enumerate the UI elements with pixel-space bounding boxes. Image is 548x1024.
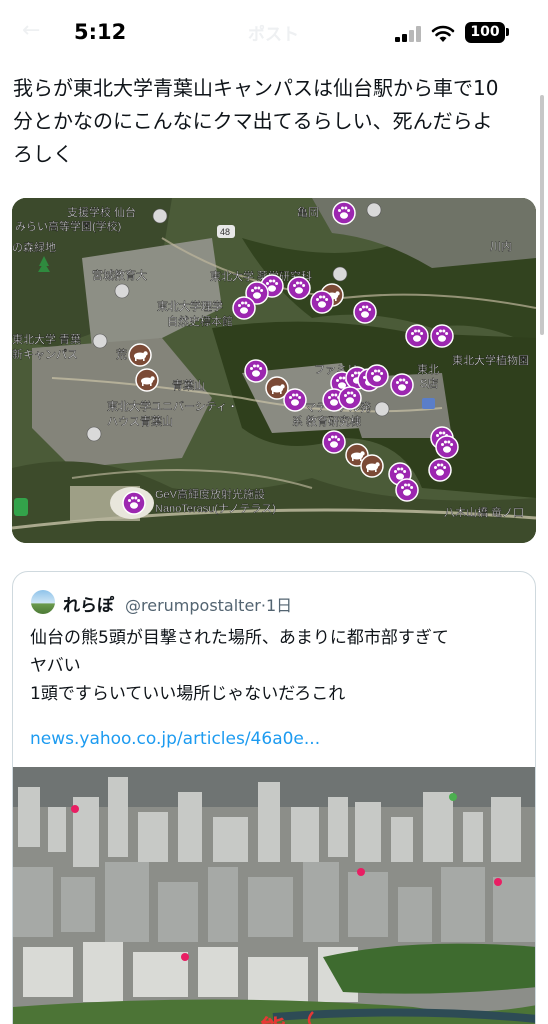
map-label: 東北大学ユニバーシティ・ <box>107 399 238 413</box>
quote-tweet-card[interactable]: れらぽ @rerumpostalter·1日 仙台の熊5頭が目撃された場所、あま… <box>12 571 536 1024</box>
map-label: 支援学校 仙台 <box>67 205 136 219</box>
map-label: 八木山橋 竜ノ口 <box>444 505 524 519</box>
map-label: 自然史標本館 <box>167 314 233 328</box>
quote-line: ヤバい <box>30 656 81 676</box>
quote-author-name[interactable]: れらぽ <box>63 591 114 616</box>
map-label: NanoTerasu(ナノテラス) <box>155 502 276 515</box>
avatar[interactable] <box>31 590 55 614</box>
map-label: ハウス青葉山 <box>107 414 173 428</box>
header-title: ポスト <box>248 25 299 45</box>
map-label: 新キャンパス <box>12 347 78 361</box>
tweet-line: ろしく <box>13 142 73 166</box>
map-label: GeV高輝度放射光施設 <box>155 487 265 501</box>
battery-icon: 100 <box>465 22 505 43</box>
map-label: 東北大学理学 <box>157 299 223 313</box>
battery-tip <box>506 28 509 36</box>
map-label: 亀岡 <box>297 205 319 219</box>
quote-author-handle: @rerumpostalter·1日 <box>125 596 293 615</box>
status-time: 5:12 <box>74 20 127 44</box>
map-label: 荒 <box>116 348 127 361</box>
map-label: S店 <box>420 376 438 390</box>
tweet-line: 分とかなのにこんなにクマ出てるらしい、死んだらよ <box>13 109 493 133</box>
map-label: 青葉山 <box>172 378 205 392</box>
bear-label: 熊 <box>260 1015 286 1024</box>
quote-link[interactable]: news.yahoo.co.jp/articles/46a0e... <box>30 729 320 749</box>
quote-line: 仙台の熊5頭が目撃された場所、あまりに都市部すぎて <box>30 628 449 648</box>
map-label: の森緑地 <box>12 240 56 254</box>
map-label: 系 教育研究棟 <box>292 414 361 428</box>
tweet-text: 我らが東北大学青葉山キャンパスは仙台駅から車で10 分とかなのにこんなにクマ出て… <box>13 72 535 171</box>
scrollbar[interactable] <box>540 95 544 335</box>
route-number: 48 <box>220 227 230 237</box>
status-bar: ← ポスト 5:12 100 <box>0 0 548 64</box>
quote-text: 仙台の熊5頭が目撃された場所、あまりに都市部すぎて ヤバい 1頭ですらいていい場… <box>30 624 525 708</box>
map-label: 東北 <box>417 363 439 376</box>
map-label: 東北大学植物園 <box>452 353 529 367</box>
map-label: 宮城教育大 <box>92 268 147 282</box>
tweet-line: 我らが東北大学青葉山キャンパスは仙台駅から車で10 <box>13 76 499 100</box>
wifi-icon <box>431 25 455 42</box>
map-label: みらい高等学園(学校) <box>15 219 121 233</box>
quote-line: 1頭ですらいていい場所じゃないだろこれ <box>30 684 346 704</box>
map-image[interactable]: 支援学校 仙台 みらい高等学園(学校) 亀岡 の森緑地 宮城教育大 東北大学 薬… <box>12 198 536 543</box>
city-image[interactable]: 熊 <box>13 767 535 1024</box>
back-arrow-icon[interactable]: ← <box>22 18 40 43</box>
map-label: 発 <box>360 400 371 414</box>
map-label: 川内 <box>490 239 512 253</box>
cellular-signal-icon <box>395 26 423 42</box>
map-label: 東北大学 青葉 <box>12 332 81 346</box>
